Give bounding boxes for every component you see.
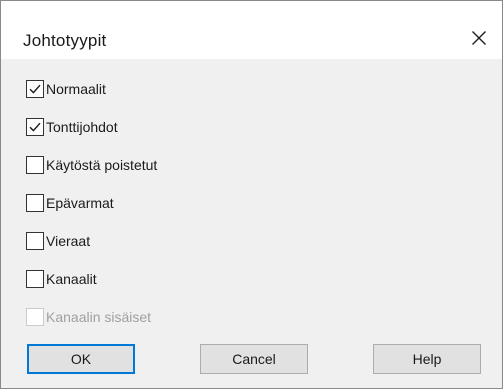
checkbox-box[interactable] bbox=[26, 118, 44, 136]
title-bar: Johtotyypit bbox=[1, 1, 502, 59]
checkbox-label: Käytöstä poistetut bbox=[46, 157, 158, 173]
checkmark-icon bbox=[29, 122, 41, 132]
checkbox-box[interactable] bbox=[26, 194, 44, 212]
checkbox-label: Tonttijohdot bbox=[46, 119, 118, 135]
checkbox-kaytosta-poistetut[interactable]: Käytöstä poistetut bbox=[26, 154, 157, 176]
dialog-window: Johtotyypit Normaalit Tonttijohdot Käytö… bbox=[0, 0, 503, 389]
checkbox-tonttijohdot[interactable]: Tonttijohdot bbox=[26, 116, 118, 138]
checkbox-box bbox=[26, 308, 44, 326]
close-icon bbox=[472, 31, 486, 45]
checkbox-epavarmat[interactable]: Epävarmat bbox=[26, 192, 114, 214]
close-button[interactable] bbox=[464, 23, 494, 53]
checkbox-label: Kanaalin sisäiset bbox=[46, 309, 152, 325]
checkbox-box[interactable] bbox=[26, 156, 44, 174]
checkbox-label: Kanaalit bbox=[46, 271, 97, 287]
cancel-button[interactable]: Cancel bbox=[200, 344, 308, 374]
dialog-body: Normaalit Tonttijohdot Käytöstä poistetu… bbox=[1, 59, 502, 388]
checkbox-box[interactable] bbox=[26, 270, 44, 288]
checkbox-normaalit[interactable]: Normaalit bbox=[26, 78, 106, 100]
checkbox-box[interactable] bbox=[26, 80, 44, 98]
help-button[interactable]: Help bbox=[373, 344, 481, 374]
dialog-title: Johtotyypit bbox=[23, 31, 107, 50]
ok-button[interactable]: OK bbox=[27, 344, 135, 374]
checkbox-label: Vieraat bbox=[46, 233, 91, 249]
checkbox-kanaalin-sisaiset: Kanaalin sisäiset bbox=[26, 306, 151, 328]
checkbox-kanaalit[interactable]: Kanaalit bbox=[26, 268, 97, 290]
checkbox-label: Normaalit bbox=[46, 81, 106, 97]
checkbox-box[interactable] bbox=[26, 232, 44, 250]
checkbox-vieraat[interactable]: Vieraat bbox=[26, 230, 90, 252]
checkmark-icon bbox=[29, 84, 41, 94]
checkbox-label: Epävarmat bbox=[46, 195, 114, 211]
